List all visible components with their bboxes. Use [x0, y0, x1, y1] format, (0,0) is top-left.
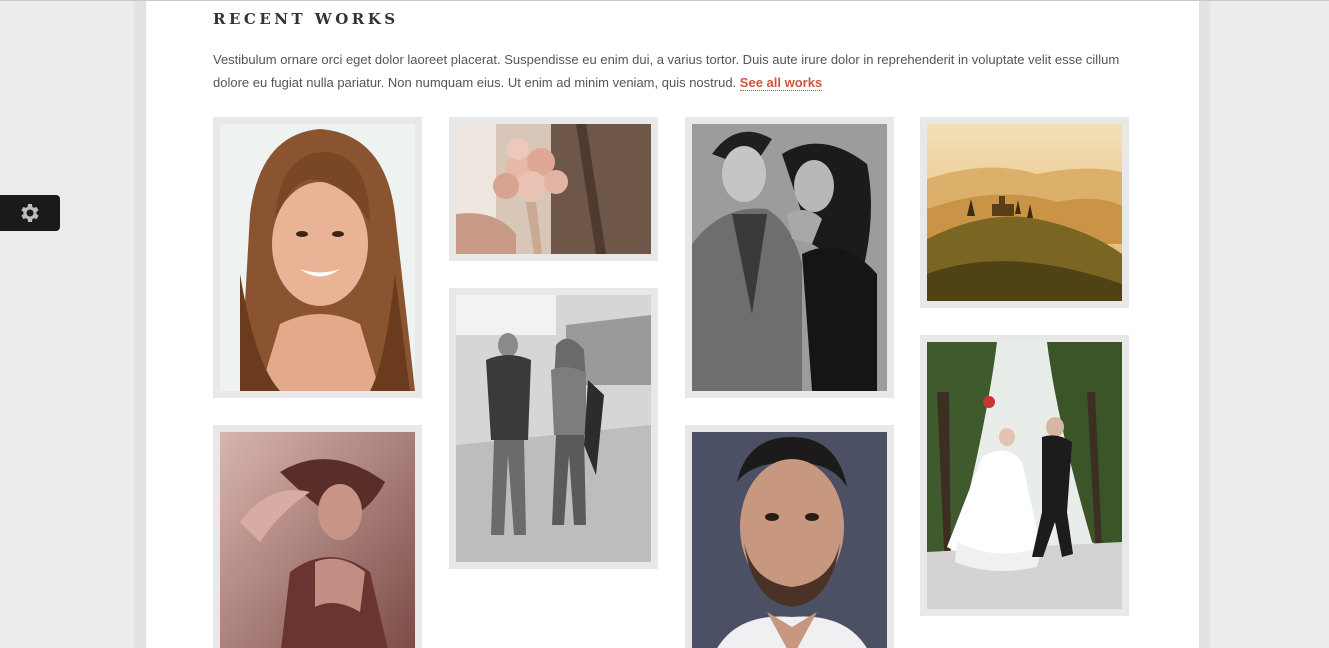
photo-wedding-couple-jumping [927, 342, 1122, 609]
intro-text: Vestibulum ornare orci eget dolor laoree… [213, 52, 1120, 90]
work-tile-tuscany-landscape[interactable] [920, 117, 1129, 308]
photo-man-portrait [692, 432, 887, 648]
photo-couple-walking-bw [456, 295, 651, 562]
see-all-works-link[interactable]: See all works [739, 75, 823, 91]
photo-couple-embrace-bw [692, 124, 887, 391]
work-tile-couple-embrace-bw[interactable] [685, 117, 894, 398]
gear-icon [21, 204, 39, 222]
work-tile-couple-walking-bw[interactable] [449, 288, 658, 569]
work-tile-wedding-bouquet[interactable] [449, 117, 658, 261]
settings-toggle-button[interactable] [0, 195, 60, 231]
work-tile-portrait-smiling-woman[interactable] [213, 117, 422, 398]
content-page: Recent Works Vestibulum ornare orci eget… [146, 1, 1199, 648]
section-title: Recent Works [213, 10, 399, 28]
photo-tuscany-landscape [927, 124, 1122, 301]
photo-woman-sepia-pose [220, 432, 415, 648]
section-intro: Vestibulum ornare orci eget dolor laoree… [213, 48, 1133, 94]
photo-wedding-bouquet [456, 124, 651, 254]
work-tile-wedding-couple-jumping[interactable] [920, 335, 1129, 616]
work-tile-man-portrait[interactable] [685, 425, 894, 648]
work-tile-woman-sepia-pose[interactable] [213, 425, 422, 648]
photo-portrait-smiling-woman [220, 124, 415, 391]
